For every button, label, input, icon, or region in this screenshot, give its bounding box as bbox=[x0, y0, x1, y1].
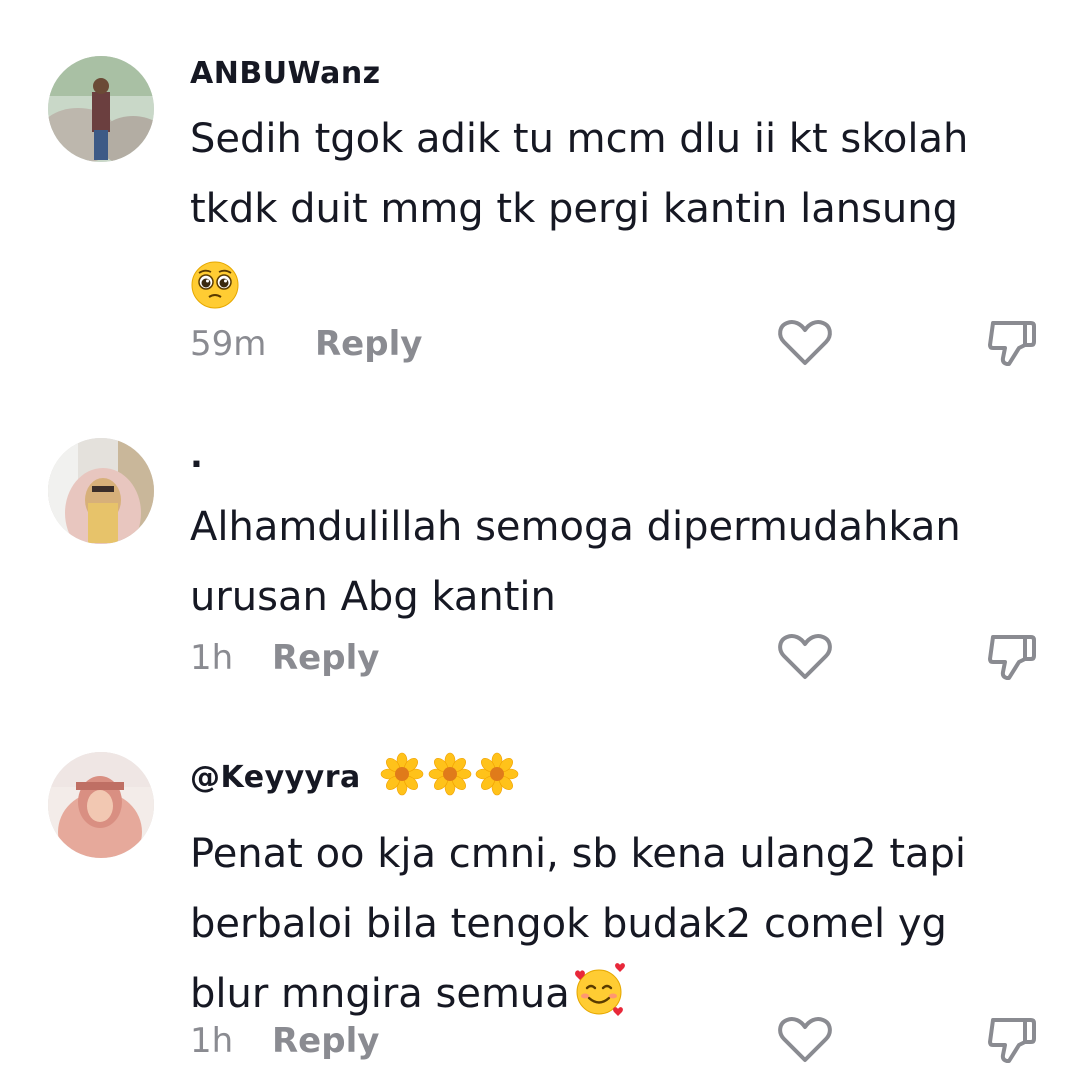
thumbs-down-outline-icon bbox=[988, 635, 1036, 680]
reply-button[interactable]: Reply bbox=[272, 1021, 379, 1061]
comment-text-line: Penat oo kja cmni, sb kena ulang2 tapi bbox=[190, 831, 967, 877]
comment-text-line: urusan Abg kantin bbox=[190, 574, 556, 620]
comment-actions: 1h Reply bbox=[190, 1015, 1040, 1065]
heart-outline-icon bbox=[778, 633, 832, 679]
heart-outline-icon bbox=[778, 319, 832, 365]
comment-text-line: blur mngira semua bbox=[190, 971, 570, 1017]
dislike-button[interactable] bbox=[987, 632, 1037, 682]
avatar[interactable] bbox=[48, 438, 154, 544]
comment-actions: 1h Reply bbox=[190, 632, 1040, 682]
comment-text-line: Sedih tgok adik tu mcm dlu ii kt skolah bbox=[190, 116, 969, 162]
comment-text-line: berbaloi bila tengok budak2 comel yg bbox=[190, 901, 947, 947]
dislike-button[interactable] bbox=[987, 1015, 1037, 1065]
comment-text-line: tkdk duit mmg tk pergi kantin lansung bbox=[190, 186, 959, 232]
reply-button[interactable]: Reply bbox=[272, 638, 379, 678]
comment-username: @Keyyyra bbox=[190, 752, 1030, 805]
smiling-face-with-hearts-icon bbox=[574, 963, 625, 1016]
comment-actions: 59m Reply bbox=[190, 318, 1040, 368]
comment-emoji bbox=[190, 244, 1030, 314]
comment-text: Sedih tgok adik tu mcm dlu ii kt skolah … bbox=[190, 104, 1030, 314]
thumbs-down-outline-icon bbox=[988, 1018, 1036, 1063]
comment-username[interactable]: ANBUWanz bbox=[190, 56, 1030, 92]
comment-text: Alhamdulillah semoga dipermudahkan urusa… bbox=[190, 492, 1030, 632]
avatar[interactable] bbox=[48, 56, 154, 162]
like-button[interactable] bbox=[777, 1015, 833, 1065]
dislike-button[interactable] bbox=[987, 318, 1037, 368]
avatar-photo bbox=[48, 438, 154, 544]
comment-username[interactable]: . bbox=[190, 438, 1030, 474]
avatar-photo bbox=[48, 56, 154, 162]
comment-username-text[interactable]: @Keyyyra bbox=[190, 760, 361, 795]
pleading-face-icon bbox=[191, 261, 239, 309]
thumbs-down-outline-icon bbox=[988, 321, 1036, 366]
avatar[interactable] bbox=[48, 752, 154, 858]
comment-text: Penat oo kja cmni, sb kena ulang2 tapi b… bbox=[190, 819, 1030, 1029]
comment-time: 1h bbox=[190, 1021, 234, 1061]
comment-text-line: Alhamdulillah semoga dipermudahkan bbox=[190, 504, 961, 550]
comment-time: 1h bbox=[190, 638, 234, 678]
reply-button[interactable]: Reply bbox=[315, 324, 422, 364]
comment-time: 59m bbox=[190, 324, 267, 364]
avatar-photo bbox=[48, 752, 154, 858]
like-button[interactable] bbox=[777, 632, 833, 682]
sunflower-badge-icon bbox=[380, 752, 520, 805]
like-button[interactable] bbox=[777, 318, 833, 368]
heart-outline-icon bbox=[778, 1016, 832, 1062]
